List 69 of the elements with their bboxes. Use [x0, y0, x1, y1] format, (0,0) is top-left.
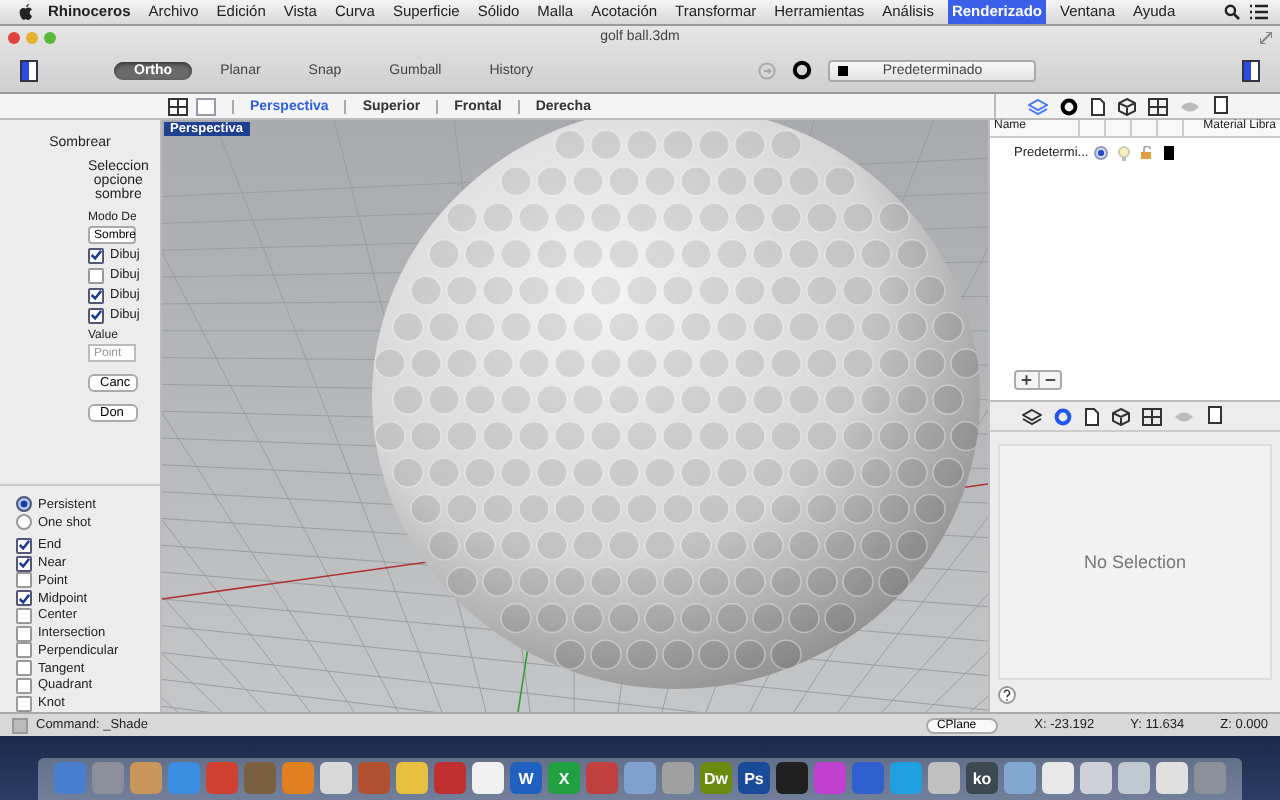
scroll-icon[interactable]	[1212, 96, 1228, 116]
checkbox[interactable]	[16, 660, 32, 677]
close-button[interactable]	[8, 31, 20, 43]
fullscreen-icon[interactable]	[1260, 31, 1272, 43]
eye-icon[interactable]	[1180, 97, 1200, 115]
app-icon[interactable]: ko	[966, 762, 998, 794]
checkbox[interactable]	[16, 537, 32, 554]
lock-icon[interactable]	[1140, 146, 1154, 160]
checkbox[interactable]	[16, 607, 32, 624]
app-icon[interactable]	[1042, 762, 1074, 794]
grid-icon[interactable]	[1142, 407, 1162, 425]
radio-button[interactable]	[16, 514, 32, 531]
checkbox[interactable]	[16, 555, 32, 572]
app-icon[interactable]	[928, 762, 960, 794]
app-icon[interactable]	[320, 762, 352, 794]
radio-button[interactable]	[16, 496, 32, 513]
scroll-icon[interactable]	[1206, 406, 1222, 426]
minimize-button[interactable]	[26, 31, 38, 43]
eye-icon[interactable]	[1174, 407, 1194, 425]
page-icon[interactable]	[1090, 97, 1106, 115]
remove-button[interactable]	[1037, 372, 1060, 388]
app-icon[interactable]	[776, 762, 808, 794]
help-icon[interactable]	[998, 686, 1016, 704]
app-icon[interactable]	[130, 762, 162, 794]
checkbox[interactable]	[88, 247, 104, 263]
grid-icon[interactable]	[1148, 97, 1168, 115]
checkbox[interactable]	[16, 625, 32, 642]
color-swatch[interactable]	[1164, 146, 1174, 160]
add-button[interactable]	[1016, 372, 1037, 388]
app-icon[interactable]	[396, 762, 428, 794]
empty-text: No Selection	[1083, 552, 1187, 572]
checkbox[interactable]	[16, 572, 32, 589]
current-layer-radio[interactable]	[1094, 146, 1108, 160]
app-icon[interactable]: Ps	[738, 762, 770, 794]
checkbox[interactable]	[16, 642, 32, 659]
command-toggle-icon[interactable]	[12, 717, 28, 733]
page-icon[interactable]	[1084, 407, 1100, 425]
app-icon[interactable]	[624, 762, 656, 794]
app-icon[interactable]	[1118, 762, 1150, 794]
four-viewports-icon[interactable]	[168, 97, 188, 115]
sidebar-toggle-icon[interactable]	[1242, 59, 1261, 81]
apple-logo-icon[interactable]	[18, 3, 34, 21]
app-icon[interactable]: W	[510, 762, 542, 794]
app-icon[interactable]: Dw	[700, 762, 732, 794]
bulb-icon[interactable]	[1118, 145, 1130, 161]
cube-icon[interactable]	[1112, 407, 1130, 425]
cube-icon[interactable]	[1118, 97, 1136, 115]
ring-icon[interactable]	[1060, 97, 1078, 115]
checkbox[interactable]	[88, 267, 104, 283]
checkbox[interactable]	[16, 695, 32, 712]
checkbox[interactable]	[88, 307, 104, 323]
checkbox[interactable]	[16, 677, 32, 694]
layers-icon[interactable]	[1022, 407, 1042, 425]
search-icon[interactable]	[1224, 4, 1240, 20]
single-viewport-icon[interactable]	[196, 97, 216, 115]
app-icon[interactable]	[662, 762, 694, 794]
app-icon[interactable]	[890, 762, 922, 794]
sidebar-toggle-icon[interactable]	[20, 59, 38, 81]
app-icon[interactable]	[472, 762, 504, 794]
checkbox[interactable]	[88, 287, 104, 303]
app-icon[interactable]	[1156, 762, 1188, 794]
reload-icon[interactable]	[758, 61, 777, 79]
app-icon[interactable]	[282, 762, 314, 794]
app-icon[interactable]	[1004, 762, 1036, 794]
ring-icon[interactable]	[792, 60, 813, 80]
app-icon[interactable]	[1080, 762, 1112, 794]
zoom-button[interactable]	[44, 31, 56, 43]
checkbox[interactable]	[16, 590, 32, 607]
list-icon[interactable]	[1250, 4, 1268, 20]
